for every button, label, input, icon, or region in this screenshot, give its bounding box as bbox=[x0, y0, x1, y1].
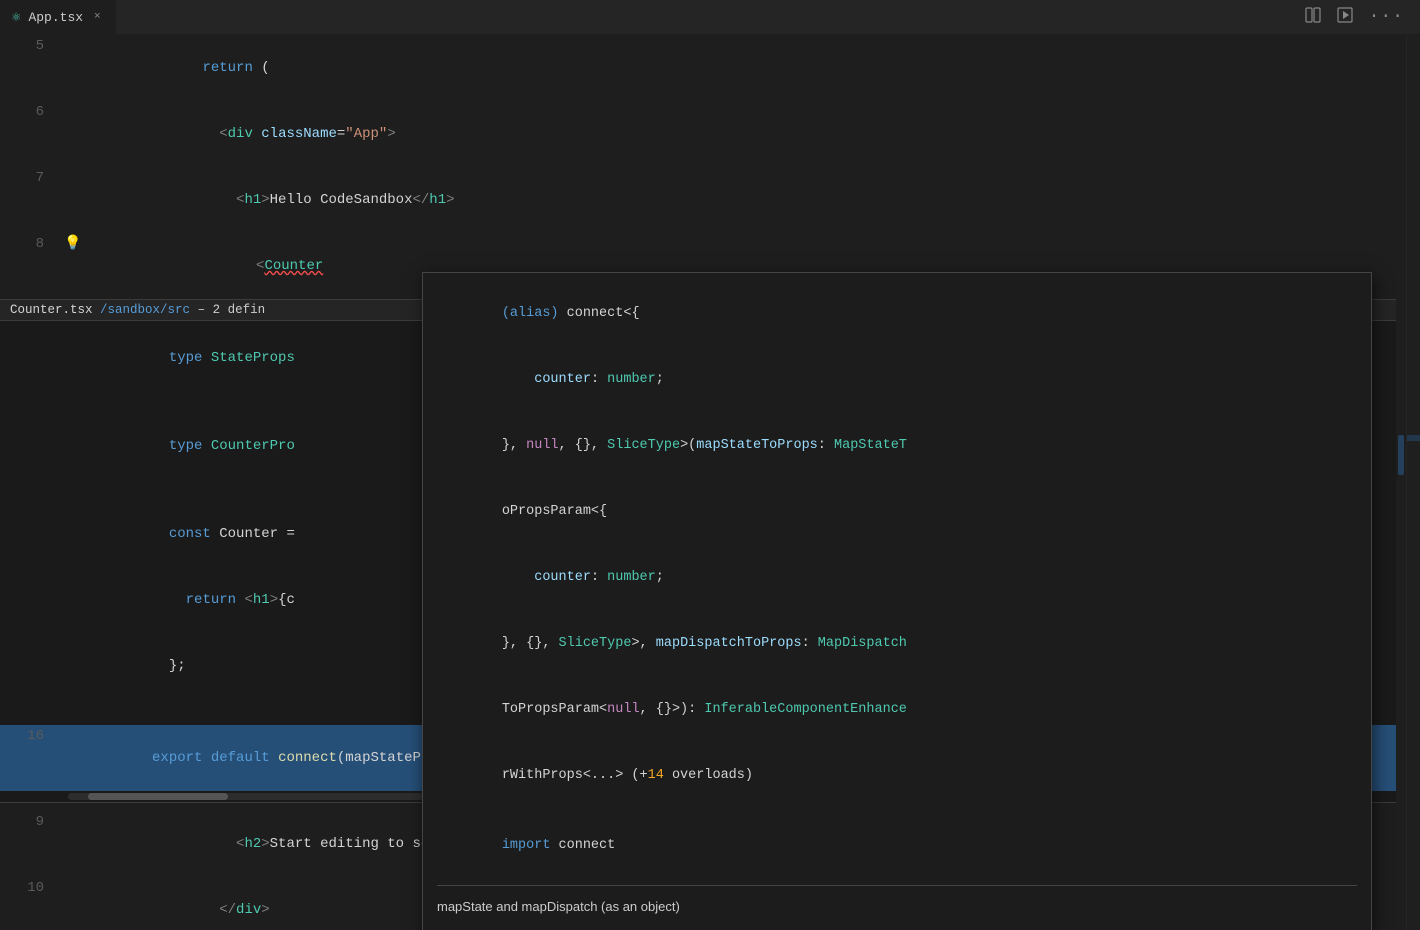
line-number: 7 bbox=[0, 167, 60, 189]
code-area: 5 return ( 6 <div className="App"> 7 <h1… bbox=[0, 35, 1396, 930]
code-line-7: 7 <h1>Hello CodeSandbox</h1> bbox=[0, 167, 1396, 233]
react-icon: ⚛ bbox=[12, 9, 20, 26]
tooltip-line-1: (alias) connect<{ bbox=[437, 281, 1357, 347]
tooltip-line-6: }, {}, SliceType>, mapDispatchToProps: M… bbox=[437, 611, 1357, 677]
tooltip-line-4: oPropsParam<{ bbox=[437, 479, 1357, 545]
open-preview-button[interactable] bbox=[1331, 3, 1359, 32]
editor-actions: ··· bbox=[1299, 3, 1420, 32]
tooltip-description: mapState and mapDispatch (as an object) bbox=[437, 892, 1357, 918]
line-number: 6 bbox=[0, 101, 60, 123]
tooltip-line-3: }, null, {}, SliceType>(mapStateToProps:… bbox=[437, 413, 1357, 479]
top-code-lines: 5 return ( 6 <div className="App"> 7 <h1… bbox=[0, 35, 1396, 299]
tab-bar: ⚛ App.tsx × ··· bbox=[0, 0, 1420, 35]
tooltip-line-9: import connect bbox=[437, 813, 1357, 879]
active-tab[interactable]: ⚛ App.tsx × bbox=[0, 0, 117, 35]
tooltip-line-2: counter: number; bbox=[437, 347, 1357, 413]
tooltip-divider bbox=[437, 885, 1357, 886]
tooltip-line-8: rWithProps<...> (+14 overloads) bbox=[437, 743, 1357, 809]
line-number: 16 bbox=[0, 725, 60, 747]
peek-suffix: – 2 defin bbox=[198, 303, 266, 317]
tooltip-line-7: ToPropsParam<null, {}>): InferableCompon… bbox=[437, 677, 1357, 743]
split-editor-button[interactable] bbox=[1299, 3, 1327, 32]
tooltip-line-5: counter: number; bbox=[437, 545, 1357, 611]
peek-filename: Counter.tsx bbox=[10, 303, 93, 317]
line-number: 9 bbox=[0, 811, 60, 833]
line-number: 5 bbox=[0, 35, 60, 57]
line-content: <h1>Hello CodeSandbox</h1> bbox=[60, 167, 1396, 233]
minimap bbox=[1406, 35, 1420, 930]
scrollbar-track[interactable] bbox=[1396, 35, 1406, 930]
line-content: <div className="App"> bbox=[60, 101, 1396, 167]
peek-path: /sandbox/src bbox=[100, 303, 190, 317]
right-gutter bbox=[1396, 35, 1420, 930]
editor-container: 5 return ( 6 <div className="App"> 7 <h1… bbox=[0, 35, 1420, 930]
more-actions-button[interactable]: ··· bbox=[1363, 3, 1410, 31]
line-number: 8 bbox=[0, 233, 60, 255]
line-content: return ( bbox=[60, 35, 1396, 101]
hover-tooltip: (alias) connect<{ counter: number; }, nu… bbox=[422, 272, 1372, 930]
tab-filename: App.tsx bbox=[28, 10, 83, 25]
lightbulb-icon[interactable]: 💡 bbox=[62, 233, 84, 255]
tab-close-button[interactable]: × bbox=[91, 9, 104, 25]
code-line-6: 6 <div className="App"> bbox=[0, 101, 1396, 167]
line-number: 10 bbox=[0, 877, 60, 899]
code-line-5: 5 return ( bbox=[0, 35, 1396, 101]
